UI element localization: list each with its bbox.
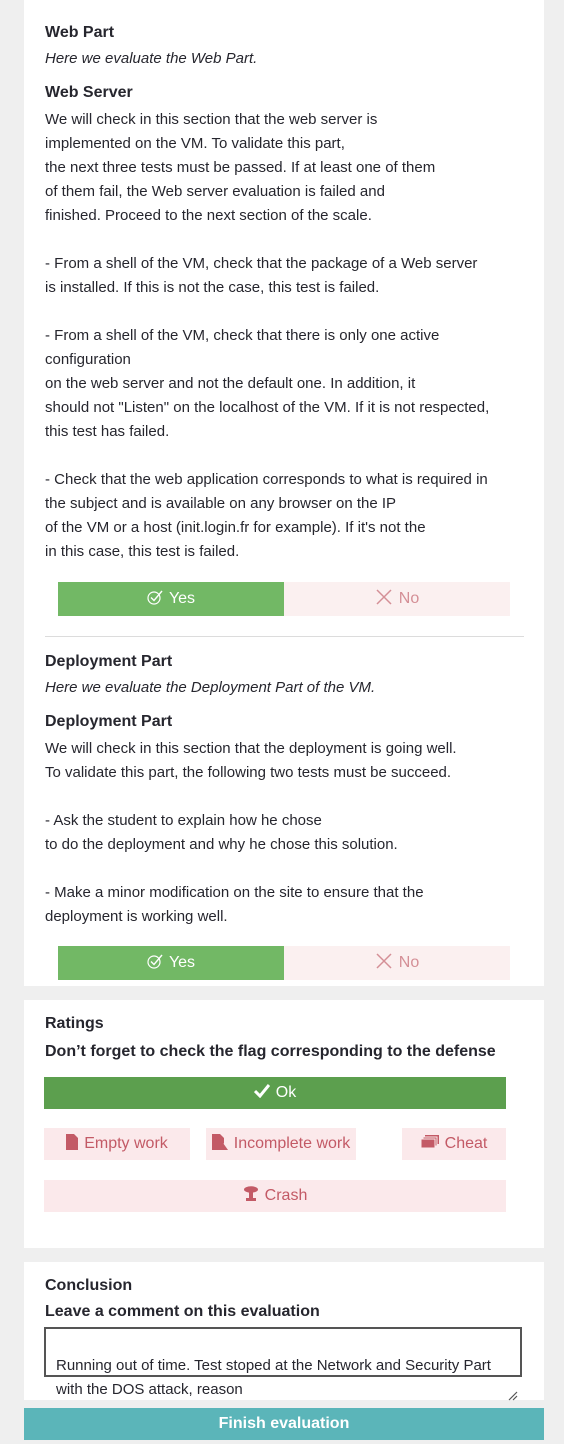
deployment-description: We will check in this section that the d… [45, 740, 457, 925]
web-server-no-label: No [398, 590, 420, 607]
ratings-instruction: Don’t forget to check the flag correspon… [45, 1043, 496, 1060]
web-server-no-button[interactable]: No [284, 582, 510, 616]
deployment-no-button[interactable]: No [284, 946, 510, 980]
ok-label: Ok [275, 1084, 297, 1101]
file-warning-icon [211, 1133, 228, 1155]
deployment-section-title: Deployment Part [45, 713, 173, 730]
web-part-title: Web Part [45, 24, 115, 41]
file-icon [66, 1133, 79, 1155]
cheat-flag-button[interactable]: Cheat [402, 1128, 506, 1160]
check-icon [147, 589, 163, 610]
crash-label: Crash [264, 1187, 308, 1204]
web-part-section: Web Part Here we evaluate the Web Part. … [45, 22, 524, 564]
empty-work-label: Empty work [84, 1135, 168, 1152]
conclusion-instruction: Leave a comment on this evaluation [45, 1303, 320, 1320]
deployment-part-subtitle: Here we evaluate the Deployment Part of … [45, 679, 376, 696]
ratings-header: Ratings Don’t forget to check the flag c… [45, 1013, 524, 1063]
explosion-icon [243, 1185, 259, 1207]
web-server-yes-label: Yes [168, 590, 196, 607]
ratings-card: Ratings Don’t forget to check the flag c… [24, 1000, 544, 1248]
web-server-title: Web Server [45, 84, 133, 101]
check-icon [147, 953, 163, 974]
copy-icon [420, 1134, 439, 1154]
deployment-no-label: No [398, 954, 420, 971]
resize-handle-icon[interactable] [506, 1361, 518, 1401]
deployment-yes-button[interactable]: Yes [58, 946, 284, 980]
crash-flag-button[interactable]: Crash [44, 1180, 506, 1212]
section-divider [45, 636, 524, 637]
empty-work-flag-button[interactable]: Empty work [44, 1128, 190, 1160]
deployment-part-section: Deployment Part Here we evaluate the Dep… [45, 651, 524, 929]
comment-textarea[interactable]: Running out of time. Test stoped at the … [44, 1327, 522, 1401]
web-server-yes-button[interactable]: Yes [58, 582, 284, 616]
finish-evaluation-label: Finish evaluation [218, 1415, 350, 1432]
incomplete-work-flag-button[interactable]: Incomplete work [206, 1128, 356, 1160]
ratings-title: Ratings [45, 1015, 104, 1032]
finish-evaluation-button[interactable]: Finish evaluation [24, 1408, 544, 1440]
close-icon [375, 952, 393, 975]
web-server-yes-no-group: Yes No [58, 582, 510, 616]
conclusion-header: Conclusion Leave a comment on this evalu… [45, 1275, 524, 1323]
deployment-part-title: Deployment Part [45, 653, 173, 670]
comment-text: Running out of time. Test stoped at the … [56, 1357, 491, 1398]
incomplete-work-label: Incomplete work [233, 1135, 351, 1152]
conclusion-title: Conclusion [45, 1277, 133, 1294]
ok-flag-button[interactable]: Ok [44, 1077, 506, 1109]
deployment-yes-no-group: Yes No [58, 946, 510, 980]
web-server-description: We will check in this section that the w… [45, 111, 490, 560]
evaluation-scale-card: Web Part Here we evaluate the Web Part. … [24, 0, 544, 986]
checkmark-icon [253, 1083, 270, 1103]
web-part-subtitle: Here we evaluate the Web Part. [45, 50, 258, 67]
conclusion-card: Conclusion Leave a comment on this evalu… [24, 1262, 544, 1401]
cheat-label: Cheat [444, 1135, 488, 1152]
close-icon [375, 588, 393, 611]
deployment-yes-label: Yes [168, 954, 196, 971]
